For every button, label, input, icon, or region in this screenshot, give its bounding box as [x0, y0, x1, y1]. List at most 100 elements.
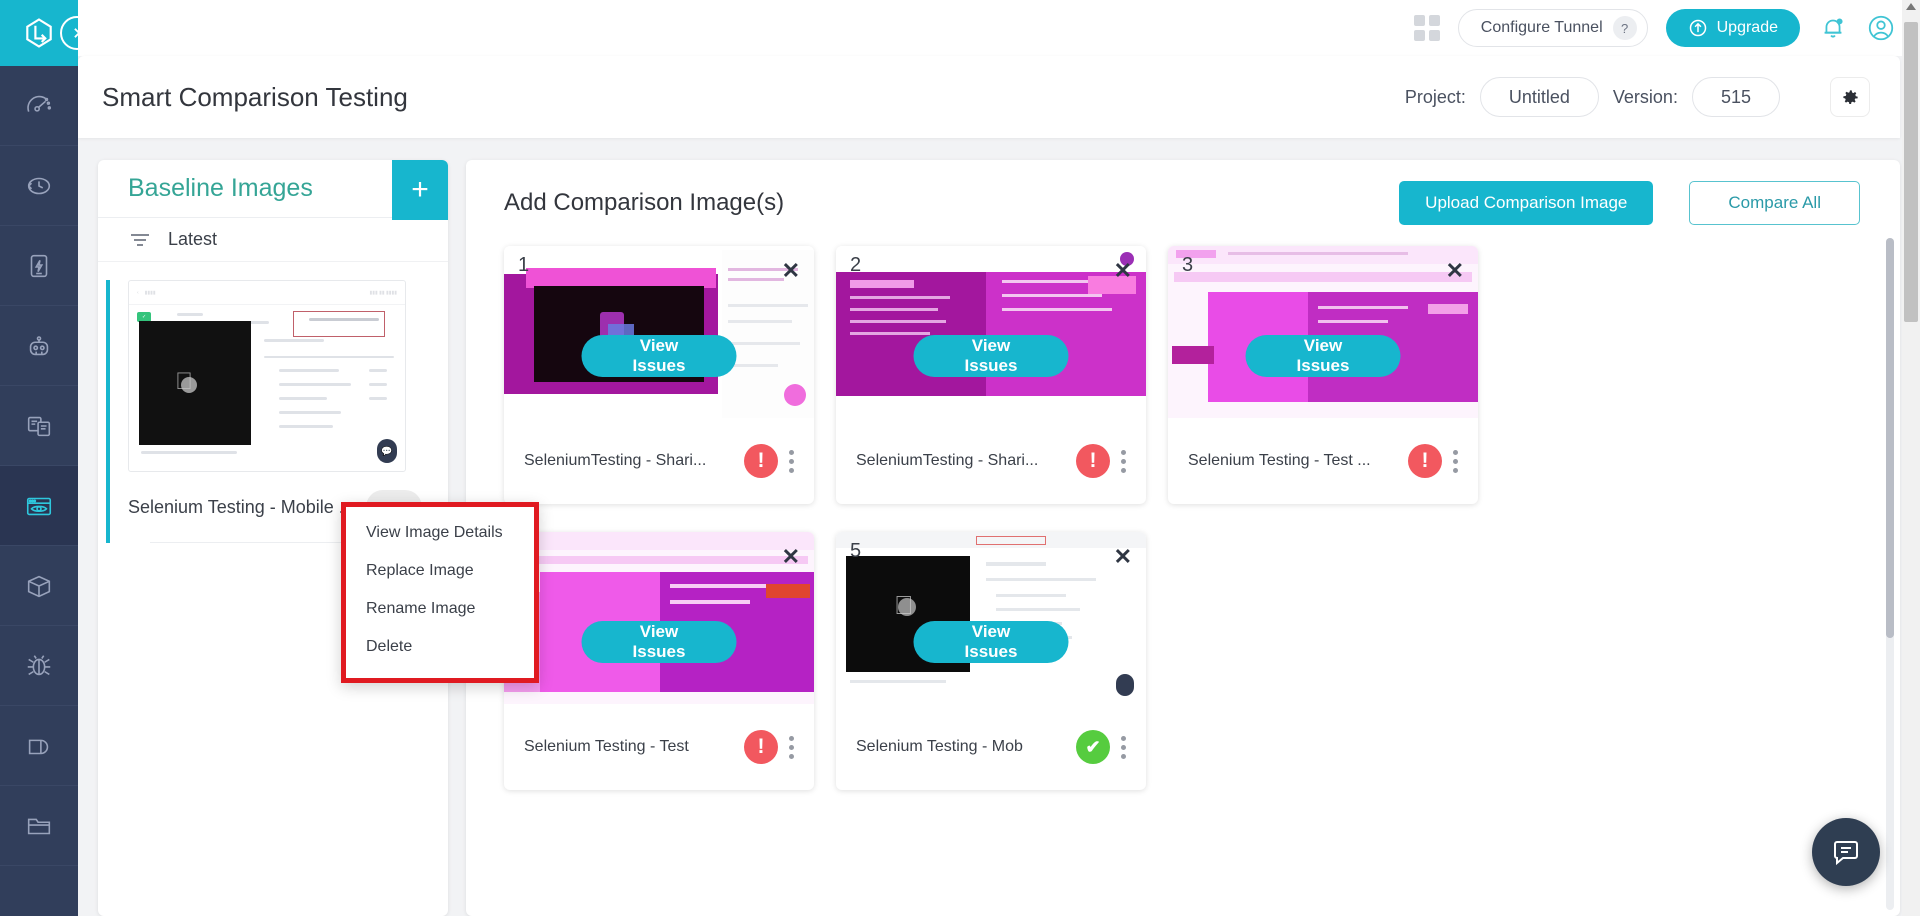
sidebar-item-automation[interactable]	[0, 306, 78, 386]
sidebar-item-responsive[interactable]	[0, 706, 78, 786]
card-image-name: SeleniumTesting - Shari...	[856, 452, 1038, 470]
comparison-card[interactable]: 3 ✕ View Issues Selenium Testing - Test …	[1168, 246, 1478, 504]
sidebar-item-dashboard[interactable]	[0, 66, 78, 146]
card-image-name: Selenium Testing - Test	[524, 738, 689, 756]
card-menu-button[interactable]	[1442, 450, 1468, 473]
card-footer: Selenium Testing - Mob ✔	[836, 704, 1146, 790]
chat-support-button[interactable]	[1812, 818, 1880, 886]
status-badge: !	[1076, 444, 1110, 478]
robot-icon	[24, 331, 54, 361]
remove-card-button[interactable]: ✕	[1114, 260, 1132, 282]
card-footer: SeleniumTesting - Shari... !	[836, 418, 1146, 504]
card-mock-art	[1168, 246, 1478, 418]
speedometer-icon	[24, 91, 54, 121]
card-number: 5	[850, 540, 861, 563]
remove-card-button[interactable]: ✕	[1114, 546, 1132, 568]
baseline-sort-row[interactable]: Latest	[98, 218, 448, 262]
page-scrollbar-track[interactable]	[1902, 0, 1920, 916]
card-footer: Selenium Testing - Test !	[504, 704, 814, 790]
configure-tunnel-button[interactable]: Configure Tunnel ?	[1458, 9, 1648, 47]
gear-icon	[1841, 88, 1860, 107]
sidebar-item-integrations[interactable]	[0, 546, 78, 626]
baseline-thumbnail[interactable]: ‹▮▮▮▮ ▮▮▮ ▮▮ ▮▮▮▮ ✓ 	[128, 280, 406, 472]
card-mock-art	[504, 532, 814, 704]
thumb-chat-icon: 💬	[377, 439, 397, 463]
card-number: 3	[1182, 254, 1193, 277]
upgrade-label: Upgrade	[1717, 19, 1778, 37]
baseline-image-name: Selenium Testing - Mobile ...	[128, 497, 354, 518]
page-scrollbar-thumb[interactable]	[1904, 22, 1918, 322]
sidebar-item-files[interactable]	[0, 786, 78, 866]
view-issues-button[interactable]: View Issues	[1246, 335, 1401, 377]
box-icon	[24, 571, 54, 601]
view-issues-button[interactable]: View Issues	[914, 621, 1069, 663]
project-select[interactable]: Untitled	[1480, 77, 1599, 117]
sidebar-item-smart-visual-testing[interactable]	[0, 466, 78, 546]
bell-icon[interactable]	[1818, 13, 1848, 43]
remove-card-button[interactable]: ✕	[782, 546, 800, 568]
app-root: Configure Tunnel ? Upgrade Smart Compari…	[0, 0, 1920, 916]
view-issues-button[interactable]: View Issues	[582, 621, 737, 663]
card-mock-art	[836, 246, 1146, 418]
menu-item-rename-image[interactable]: Rename Image	[346, 590, 534, 628]
card-number: 2	[850, 254, 861, 277]
card-menu-button[interactable]	[778, 736, 804, 759]
sidebar-item-realtime[interactable]	[0, 226, 78, 306]
thumb-highlight-box	[293, 311, 385, 337]
view-issues-button[interactable]: View Issues	[914, 335, 1069, 377]
comparison-scrollbar-thumb[interactable]	[1886, 238, 1894, 638]
card-footer: Selenium Testing - Test ... !	[1168, 418, 1478, 504]
card-menu-button[interactable]	[778, 450, 804, 473]
user-avatar-icon[interactable]	[1866, 13, 1896, 43]
add-baseline-button[interactable]: +	[392, 160, 448, 220]
card-number: 1	[518, 254, 529, 277]
page-header-controls: Project: Untitled Version: 515	[1405, 77, 1870, 117]
bug-icon	[24, 651, 54, 681]
scroll-up-arrow-icon[interactable]	[1906, 3, 1916, 10]
card-thumbnail: 4 ✕ View Issues	[504, 532, 814, 704]
card-menu-button[interactable]	[1110, 450, 1136, 473]
app-logo[interactable]	[0, 0, 78, 66]
version-select[interactable]: 515	[1692, 77, 1780, 117]
baseline-context-menu: View Image Details Replace Image Rename …	[341, 502, 539, 683]
card-menu-button[interactable]	[1110, 736, 1136, 759]
comparison-card[interactable]: 2 ✕ View Issues SeleniumTesting - Shari.…	[836, 246, 1146, 504]
compare-all-button[interactable]: Compare All	[1689, 181, 1860, 225]
grid-apps-icon[interactable]	[1414, 15, 1440, 41]
upgrade-arrow-icon	[1688, 18, 1708, 38]
chat-bubble-icon	[1830, 836, 1862, 868]
settings-button[interactable]	[1830, 77, 1870, 117]
upload-comparison-image-button[interactable]: Upload Comparison Image	[1399, 181, 1653, 225]
menu-item-view-image-details[interactable]: View Image Details	[346, 507, 534, 552]
filter-icon	[130, 233, 150, 247]
comparison-card[interactable]: 1 ✕ View Issues SeleniumTesting - Shari.…	[504, 246, 814, 504]
comparison-scrollbar-track[interactable]	[1886, 238, 1894, 910]
lambdatest-logo-icon	[21, 15, 57, 51]
upgrade-button[interactable]: Upgrade	[1666, 9, 1800, 47]
card-image-name: SeleniumTesting - Shari...	[524, 452, 706, 470]
remove-card-button[interactable]: ✕	[1446, 260, 1464, 282]
status-badge: ✔	[1076, 730, 1110, 764]
sidebar-item-docs[interactable]	[0, 386, 78, 466]
comparison-card-grid: 1 ✕ View Issues SeleniumTesting - Shari.…	[466, 246, 1900, 790]
sidebar-item-history[interactable]	[0, 146, 78, 226]
menu-item-replace-image[interactable]: Replace Image	[346, 552, 534, 590]
view-issues-button[interactable]: View Issues	[582, 335, 737, 377]
card-image-name: Selenium Testing - Mob	[856, 738, 1023, 756]
remove-card-button[interactable]: ✕	[782, 260, 800, 282]
card-image-name: Selenium Testing - Test ...	[1188, 452, 1371, 470]
card-mock-art: 	[836, 532, 1146, 704]
sidebar-item-bugs[interactable]	[0, 626, 78, 706]
comparison-card[interactable]: 4 ✕ View Issues Selenium Testing - Test …	[504, 532, 814, 790]
top-bar: Configure Tunnel ? Upgrade	[78, 0, 1920, 56]
play-icon	[181, 377, 197, 393]
tablet-bolt-icon	[24, 251, 54, 281]
comparison-card[interactable]:  5 ✕ View Issue	[836, 532, 1146, 790]
card-mock-art	[504, 246, 814, 418]
comparison-title: Add Comparison Image(s)	[504, 189, 784, 217]
split-circle-icon	[24, 731, 54, 761]
comparison-panel: Add Comparison Image(s) Upload Compariso…	[466, 160, 1900, 916]
menu-item-delete[interactable]: Delete	[346, 628, 534, 678]
version-label: Version:	[1613, 87, 1678, 108]
help-icon[interactable]: ?	[1613, 16, 1637, 40]
